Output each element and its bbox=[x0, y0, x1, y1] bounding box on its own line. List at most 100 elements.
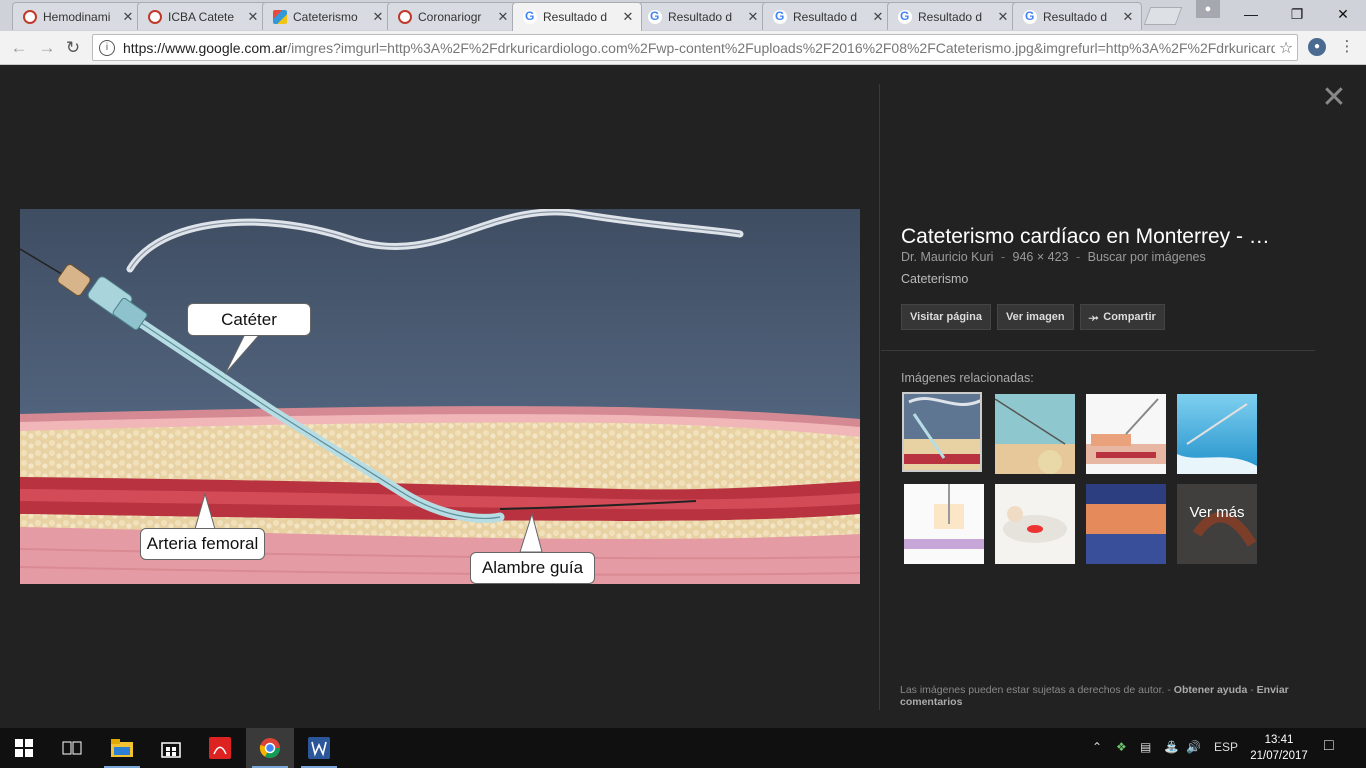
close-viewer-icon[interactable]: ✕ bbox=[1320, 83, 1348, 113]
start-button[interactable] bbox=[0, 728, 48, 768]
bookmark-star-icon[interactable]: ☆ bbox=[1275, 38, 1297, 58]
file-explorer-button[interactable] bbox=[98, 728, 146, 768]
url-text[interactable]: https://www.google.com.ar/imgres?imgurl=… bbox=[123, 40, 1275, 56]
tab-title: Cateterismo bbox=[293, 9, 358, 24]
browser-tab[interactable]: Resultado d ✕ bbox=[887, 2, 1017, 30]
user-profile-icon[interactable]: ● bbox=[1196, 0, 1220, 18]
info-icon[interactable]: i bbox=[99, 39, 115, 56]
tab-title: Resultado d bbox=[1043, 9, 1108, 24]
browser-tab[interactable]: Resultado d ✕ bbox=[762, 2, 892, 30]
panel-separator bbox=[881, 350, 1315, 351]
store-button[interactable] bbox=[147, 728, 195, 768]
task-view-button[interactable] bbox=[48, 728, 96, 768]
tab-strip: Hemodinami ✕ ICBA Catete ✕ Cateterismo ✕ Coron… bbox=[0, 0, 1366, 31]
tab-title: ICBA Catete bbox=[168, 9, 235, 24]
site-icon bbox=[148, 9, 162, 24]
copyright-notice: Las imágenes pueden estar sujetas a dere… bbox=[900, 684, 1165, 696]
related-thumb[interactable] bbox=[995, 484, 1075, 564]
view-image-button[interactable]: Ver imagen bbox=[996, 304, 1074, 330]
url-host: https://www.google.com.ar bbox=[123, 39, 288, 56]
callout-cateter: Catéter bbox=[187, 303, 311, 336]
image-caption: Cateterismo bbox=[901, 272, 969, 286]
search-by-image-link[interactable]: Buscar por imágenes bbox=[1088, 250, 1206, 264]
url-path: /imgres?imgurl=http%3A%2F%2Fdrkuricardio… bbox=[287, 39, 1275, 56]
browser-tab[interactable]: Hemodinami ✕ bbox=[12, 2, 142, 30]
related-thumb[interactable] bbox=[904, 484, 984, 564]
visit-page-button[interactable]: Visitar página bbox=[901, 304, 991, 330]
extension-icon[interactable]: ● bbox=[1308, 38, 1326, 56]
image-title-link[interactable]: Cateterismo cardíaco en Monterrey - … bbox=[901, 225, 1270, 249]
window-controls: — ❐ ✕ bbox=[1228, 0, 1366, 28]
callout-alambre-guia: Alambre guía bbox=[470, 552, 595, 584]
back-icon[interactable]: ← bbox=[8, 37, 30, 59]
browser-tab[interactable]: Cateterismo ✕ bbox=[262, 2, 392, 30]
google-icon bbox=[523, 9, 537, 24]
related-more-thumb[interactable]: Ver más bbox=[1177, 484, 1257, 564]
viewer-footer: Las imágenes pueden estar sujetas a dere… bbox=[900, 684, 1320, 708]
related-thumb[interactable] bbox=[902, 392, 982, 472]
volume-icon[interactable]: 🔊 bbox=[1186, 740, 1201, 754]
forward-icon[interactable]: → bbox=[36, 37, 58, 59]
wifi-icon[interactable]: ⛲ bbox=[1164, 740, 1179, 754]
task-view-icon bbox=[62, 741, 82, 755]
maximize-button[interactable]: ❐ bbox=[1274, 0, 1320, 28]
close-tab-icon[interactable]: ✕ bbox=[871, 9, 885, 25]
new-tab-button[interactable] bbox=[1143, 7, 1183, 25]
close-tab-icon[interactable]: ✕ bbox=[496, 9, 510, 25]
reload-icon[interactable]: ↻ bbox=[62, 37, 84, 59]
browser-tab[interactable]: Resultado d ✕ bbox=[1012, 2, 1142, 30]
acrobat-button[interactable] bbox=[196, 728, 244, 768]
site-icon bbox=[398, 9, 412, 24]
notifications-icon[interactable]: □ bbox=[1324, 737, 1334, 755]
chrome-button[interactable] bbox=[246, 728, 294, 768]
share-button[interactable]: ⤞ Compartir bbox=[1079, 304, 1165, 330]
minimize-button[interactable]: — bbox=[1228, 0, 1274, 28]
show-hidden-icons-icon[interactable]: ⌃ bbox=[1092, 740, 1102, 754]
related-thumb[interactable] bbox=[1177, 394, 1257, 474]
browser-tab[interactable]: Resultado d ✕ bbox=[512, 2, 642, 31]
clock[interactable]: 13:41 21/07/2017 bbox=[1248, 732, 1310, 764]
close-tab-icon[interactable]: ✕ bbox=[1121, 9, 1135, 25]
related-thumb[interactable] bbox=[1086, 484, 1166, 564]
help-link[interactable]: Obtener ayuda bbox=[1174, 684, 1248, 696]
battery-icon[interactable]: ▤ bbox=[1140, 740, 1151, 754]
close-tab-icon[interactable]: ✕ bbox=[246, 9, 260, 25]
tab-title: Resultado d bbox=[668, 9, 733, 24]
panel-divider bbox=[879, 84, 880, 710]
site-icon bbox=[23, 9, 37, 24]
tab-title: Resultado d bbox=[793, 9, 858, 24]
close-tab-icon[interactable]: ✕ bbox=[621, 9, 635, 25]
callout-arteria-femoral: Arteria femoral bbox=[140, 528, 265, 560]
store-icon bbox=[161, 742, 181, 758]
address-bar[interactable]: i https://www.google.com.ar/imgres?imgur… bbox=[92, 34, 1298, 61]
browser-toolbar: ← → ↻ i https://www.google.com.ar/imgres… bbox=[0, 31, 1366, 65]
action-buttons: Visitar página Ver imagen ⤞ Compartir bbox=[901, 304, 1165, 330]
tab-title: Resultado d bbox=[918, 9, 983, 24]
google-icon bbox=[648, 9, 662, 24]
folder-icon bbox=[111, 739, 133, 757]
menu-icon[interactable]: ⋮ bbox=[1338, 38, 1356, 56]
image-meta: Dr. Mauricio Kuri - 946 × 423 - Buscar p… bbox=[901, 250, 1210, 264]
browser-tab[interactable]: Coronariogr ✕ bbox=[387, 2, 517, 30]
close-tab-icon[interactable]: ✕ bbox=[996, 9, 1010, 25]
google-icon bbox=[1023, 9, 1037, 24]
source-link[interactable]: Dr. Mauricio Kuri bbox=[901, 250, 993, 264]
close-tab-icon[interactable]: ✕ bbox=[746, 9, 760, 25]
browser-tab[interactable]: ICBA Catete ✕ bbox=[137, 2, 267, 30]
share-icon: ⤞ bbox=[1088, 309, 1099, 324]
doc-icon bbox=[273, 9, 287, 24]
related-thumb[interactable] bbox=[995, 394, 1075, 474]
close-tab-icon[interactable]: ✕ bbox=[371, 9, 385, 25]
sync-status-icon[interactable]: ❖ bbox=[1116, 740, 1127, 754]
language-indicator[interactable]: ESP bbox=[1214, 740, 1238, 754]
word-button[interactable] bbox=[295, 728, 343, 768]
windows-icon bbox=[15, 739, 33, 757]
close-window-button[interactable]: ✕ bbox=[1320, 0, 1366, 28]
related-thumb[interactable] bbox=[1086, 394, 1166, 474]
close-tab-icon[interactable]: ✕ bbox=[121, 9, 135, 25]
related-images-label: Imágenes relacionadas: bbox=[901, 371, 1034, 385]
browser-tab[interactable]: Resultado d ✕ bbox=[637, 2, 767, 30]
tab-title: Resultado d bbox=[543, 10, 608, 24]
google-icon bbox=[898, 9, 912, 24]
share-label: Compartir bbox=[1103, 311, 1156, 323]
